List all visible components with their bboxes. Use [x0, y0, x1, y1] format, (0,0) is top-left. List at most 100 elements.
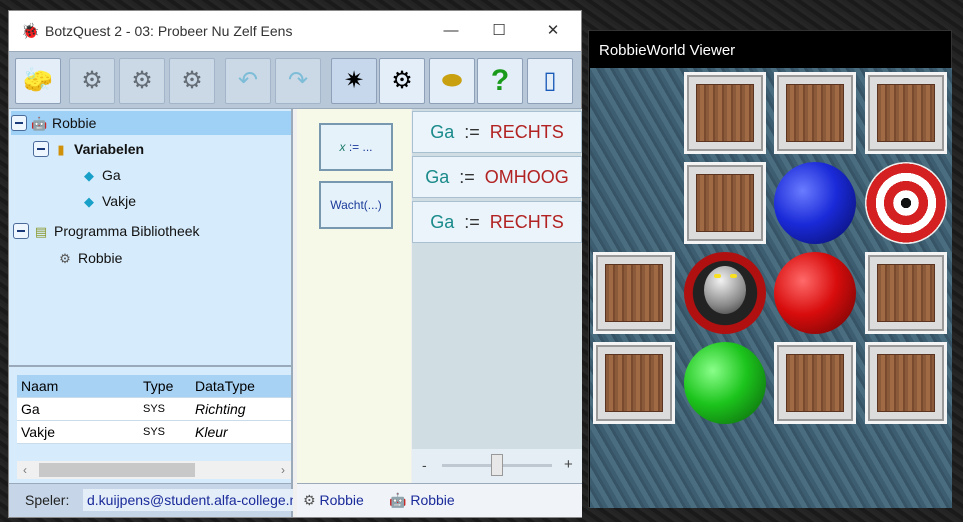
scroll-left-icon[interactable]: ‹ [23, 461, 27, 479]
tree-item-variable[interactable]: ◆ Ga [81, 163, 121, 187]
crate-wood [877, 84, 935, 142]
statement-op: := [464, 212, 480, 232]
minimize-button[interactable]: — [427, 11, 475, 51]
help-icon: ? [490, 64, 510, 97]
program-statement[interactable]: Ga:= OMHOOG [412, 156, 582, 198]
add-robot-icon: ⚙ [81, 67, 103, 94]
collapse-toggle[interactable] [33, 141, 49, 157]
table-cell: SYS [143, 426, 166, 438]
gears-icon: ⚙ [391, 67, 413, 94]
horizontal-scrollbar[interactable]: ‹ › [17, 461, 291, 479]
table-cell: Vakje [21, 424, 55, 440]
add-gear-icon: ⚙ [181, 67, 203, 94]
crate [774, 342, 856, 424]
speler-value: d.kuijpens@student.alfa-college.nl [83, 489, 293, 511]
context-status: ⚙ Robbie 🤖 Robbie [297, 483, 582, 517]
collapse-toggle[interactable] [11, 115, 27, 131]
tree-item-library-robbie[interactable]: ⚙ Robbie [57, 246, 122, 270]
app-icon: 🐞 [21, 23, 40, 40]
crate-tile [684, 72, 766, 154]
tree-label: Variabelen [74, 141, 145, 157]
statement-op: := [459, 167, 475, 187]
status-label: Robbie [410, 492, 455, 508]
settings-button[interactable]: ⚙ [379, 58, 425, 104]
crate-wood [877, 264, 935, 322]
tree-item-library[interactable]: ▤ Programma Bibliotheek [13, 219, 200, 243]
robot-icon [684, 252, 766, 334]
statement-var: Ga [430, 122, 455, 142]
folder-icon: ▮ [57, 142, 65, 157]
title-bar[interactable]: 🐞 BotzQuest 2 - 03: Probeer Nu Zelf Eens… [9, 11, 581, 51]
crate-tile [684, 162, 766, 244]
program-statement[interactable]: Ga := RECHTS [412, 201, 582, 243]
table-cell: Kleur [195, 424, 228, 440]
run-robot-button[interactable]: ✷ [331, 58, 377, 104]
target-icon [865, 162, 947, 244]
project-tree: 🤖 Robbie ▮ Variabelen ◆ Ga ◆ Vakje ▤ Programm… [9, 109, 293, 365]
crate [865, 72, 947, 154]
zoom-out-button[interactable]: - [422, 457, 427, 473]
collapse-toggle[interactable] [13, 223, 29, 239]
exit-button[interactable]: ▯ [527, 58, 573, 104]
table-row[interactable]: Ga SYS Richting [17, 398, 291, 421]
badge-button[interactable]: ⬬ [429, 58, 475, 104]
crate-wood [786, 354, 844, 412]
block-palette: x := ... Wacht(...) [297, 109, 411, 483]
statement-value: RECHTS [489, 122, 564, 142]
tree-item-variable[interactable]: ◆ Vakje [81, 189, 136, 213]
eraser-icon: 🧽 [23, 67, 53, 94]
status-item-robot[interactable]: 🤖 Robbie [389, 492, 455, 509]
help-button[interactable]: ? [477, 58, 523, 104]
target-tile [865, 162, 947, 244]
statement-op: := [464, 122, 480, 142]
robbieworld-viewer: RobbieWorld Viewer [588, 30, 952, 508]
redo-button[interactable]: ↷ [275, 58, 321, 104]
add-robot-button[interactable]: ⚙ [69, 58, 115, 104]
column-header[interactable]: DataType [195, 375, 255, 397]
crate-tile [865, 72, 947, 154]
variable-icon: ◆ [84, 194, 94, 209]
crate-wood [786, 84, 844, 142]
window-title: BotzQuest 2 - 03: Probeer Nu Zelf Eens [45, 23, 293, 39]
program-area[interactable]: Ga := RECHTS Ga:= OMHOOG Ga := RECHTS [412, 109, 582, 449]
world-grid [590, 68, 952, 508]
variables-table: Naam Type DataType Ga SYS Richting Vakje… [9, 365, 293, 483]
block-var: x [339, 140, 346, 154]
eraser-button[interactable]: 🧽 [15, 58, 61, 104]
crate-tile [865, 342, 947, 424]
crate-tile [774, 342, 856, 424]
zoom-in-button[interactable]: + [564, 456, 573, 473]
statement-var: Ga [430, 212, 455, 232]
close-button[interactable]: ✕ [529, 11, 577, 51]
column-header[interactable]: Naam [21, 375, 58, 397]
maximize-button[interactable]: ☐ [475, 11, 523, 51]
library-icon: ▤ [34, 224, 48, 239]
badge-icon: ⬬ [441, 67, 463, 94]
crate-wood [605, 264, 663, 322]
viewer-title: RobbieWorld Viewer [599, 42, 736, 59]
assign-block[interactable]: x := ... [319, 123, 393, 171]
program-statement[interactable]: Ga := RECHTS [412, 111, 582, 153]
robot-sparkle-icon: ✷ [343, 67, 365, 94]
status-label: Robbie [319, 492, 364, 508]
crate [684, 72, 766, 154]
crate-wood [605, 354, 663, 412]
scrollbar-thumb[interactable] [39, 463, 195, 477]
tree-item-variabelen[interactable]: ▮ Variabelen [33, 137, 144, 161]
crate-tile [593, 342, 675, 424]
scroll-right-icon[interactable]: › [281, 461, 285, 479]
status-item-library[interactable]: ⚙ Robbie [303, 492, 364, 509]
add-library-button[interactable]: ⚙ [119, 58, 165, 104]
player-status: Speler: d.kuijpens@student.alfa-college.… [9, 483, 293, 517]
zoom-slider-knob[interactable] [491, 454, 503, 476]
column-header[interactable]: Type [143, 375, 173, 397]
statement-value: RECHTS [489, 212, 564, 232]
add-gear-button[interactable]: ⚙ [169, 58, 215, 104]
table-row[interactable]: Vakje SYS Kleur [17, 421, 291, 444]
tree-item-robbie[interactable]: 🤖 Robbie [11, 111, 291, 135]
wait-block[interactable]: Wacht(...) [319, 181, 393, 229]
crate [865, 342, 947, 424]
robot-tile [684, 252, 766, 334]
variable-icon: ◆ [84, 168, 94, 183]
undo-button[interactable]: ↶ [225, 58, 271, 104]
